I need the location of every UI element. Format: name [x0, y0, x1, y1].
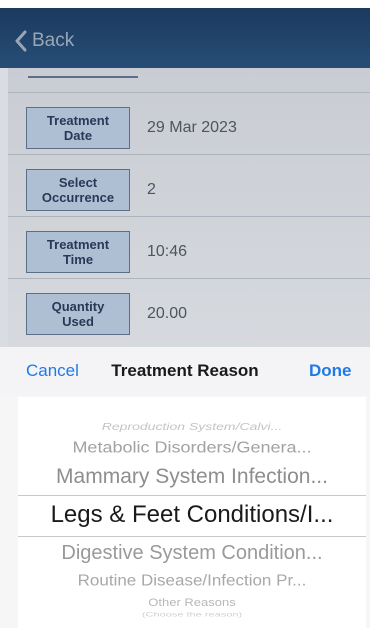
picker-option[interactable]: Routine Disease/Infection Pr...: [18, 572, 366, 590]
picker-option[interactable]: (Choose the reason): [18, 612, 366, 619]
treatment-time-row[interactable]: Treatment Time 10:46: [8, 216, 370, 279]
quantity-used-value: 20.00: [147, 305, 188, 322]
picker-option[interactable]: Other Reasons: [18, 596, 366, 608]
picker-option[interactable]: Digestive System Condition...: [18, 542, 366, 565]
treatment-time-value: 10:46: [147, 243, 188, 260]
treatment-date-label: Treatment Date: [26, 107, 130, 149]
select-occurrence-row[interactable]: Select Occurrence 2: [8, 154, 370, 217]
picker-option[interactable]: Metabolic Disorders/Genera...: [18, 438, 366, 456]
quantity-used-row[interactable]: Quantity Used 20.00: [8, 278, 370, 341]
navigation-bar: Back: [0, 8, 370, 68]
back-label: Back: [32, 30, 75, 51]
picker-toolbar: Treatment Reason Cancel Done: [0, 347, 370, 395]
treatment-form: Treatment Date 29 Mar 2023 Select Occurr…: [8, 68, 370, 350]
select-occurrence-value: 2: [147, 181, 156, 198]
treatment-date-value: 29 Mar 2023: [147, 119, 237, 136]
treatment-time-label: Treatment Time: [26, 231, 130, 273]
previous-field-stub: [28, 68, 138, 78]
back-button[interactable]: Back: [14, 30, 74, 52]
picker-option[interactable]: Reproduction System/Calvi...: [18, 420, 366, 432]
chevron-left-icon: [15, 30, 27, 52]
cancel-button[interactable]: Cancel: [26, 361, 79, 381]
treatment-reason-picker: Treatment Reason Cancel Done Reproductio…: [0, 347, 370, 628]
done-button[interactable]: Done: [309, 361, 352, 381]
picker-option-selected[interactable]: Legs & Feet Conditions/I...: [18, 501, 366, 529]
quantity-used-label: Quantity Used: [26, 293, 130, 335]
treatment-date-row[interactable]: Treatment Date 29 Mar 2023: [8, 92, 370, 155]
select-occurrence-label: Select Occurrence: [26, 169, 130, 211]
picker-wheel[interactable]: Reproduction System/Calvi... Metabolic D…: [18, 397, 366, 628]
status-bar: [0, 0, 370, 8]
picker-option[interactable]: Mammary System Infection...: [18, 465, 366, 489]
